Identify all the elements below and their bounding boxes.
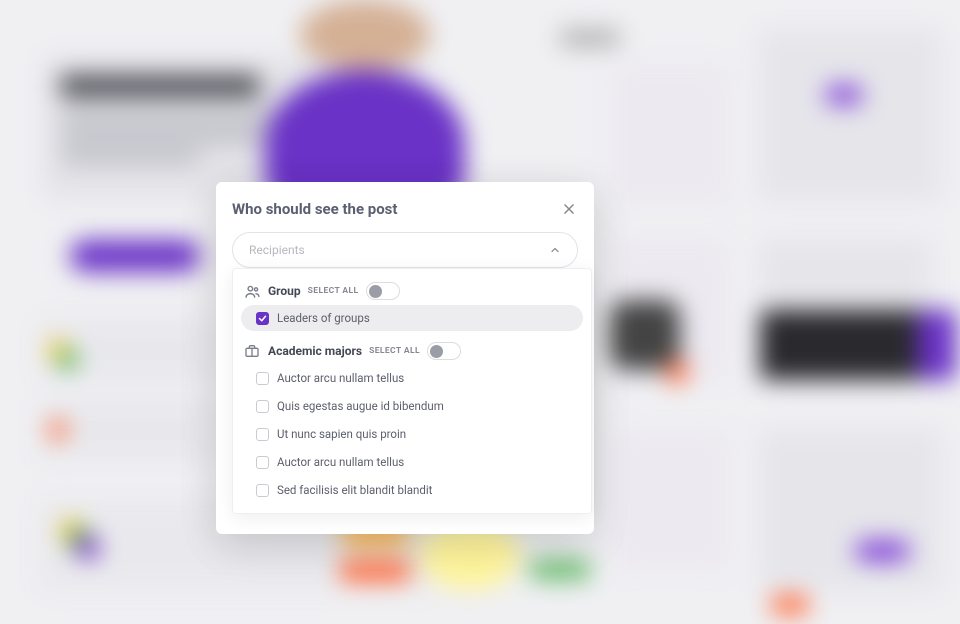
- select-all-label: SELECT ALL: [369, 346, 420, 356]
- group-icon: [243, 284, 261, 298]
- checkbox[interactable]: [256, 428, 269, 441]
- checkbox[interactable]: [256, 400, 269, 413]
- option-row[interactable]: Auctor arcu nullam tellus: [241, 365, 583, 391]
- toggle-knob: [369, 285, 382, 298]
- option-row[interactable]: Quis egestas augue id bibendum: [241, 393, 583, 419]
- section-header-academic-majors: Academic majors SELECT ALL: [241, 339, 583, 363]
- toggle-knob: [430, 345, 443, 358]
- option-row[interactable]: Sed facilisis elit blandit blandit: [241, 477, 583, 503]
- option-label: Auctor arcu nullam tellus: [277, 371, 404, 385]
- close-button[interactable]: [560, 200, 578, 218]
- option-label: Leaders of groups: [277, 311, 370, 325]
- modal-header: Who should see the post: [232, 200, 578, 218]
- option-row[interactable]: Auctor arcu nullam tellus: [241, 449, 583, 475]
- checkbox[interactable]: [256, 484, 269, 497]
- option-label: Sed facilisis elit blandit blandit: [277, 483, 432, 497]
- option-label: Ut nunc sapien quis proin: [277, 427, 406, 441]
- option-leaders-of-groups[interactable]: Leaders of groups: [241, 305, 583, 331]
- checkbox[interactable]: [256, 312, 269, 325]
- checkbox[interactable]: [256, 372, 269, 385]
- section-title: Academic majors: [268, 344, 362, 358]
- option-label: Auctor arcu nullam tellus: [277, 455, 404, 469]
- select-all-label: SELECT ALL: [308, 286, 359, 296]
- section-header-group: Group SELECT ALL: [241, 279, 583, 303]
- dropdown-scroll[interactable]: Group SELECT ALL Leaders of groups Acade…: [241, 277, 589, 503]
- option-label: Quis egestas augue id bibendum: [277, 399, 444, 413]
- briefcase-icon: [243, 344, 261, 358]
- checkbox[interactable]: [256, 456, 269, 469]
- select-placeholder: Recipients: [249, 243, 305, 257]
- checkmark-icon: [258, 314, 267, 323]
- recipients-dropdown: Group SELECT ALL Leaders of groups Acade…: [232, 268, 592, 514]
- chevron-up-icon: [549, 244, 561, 256]
- modal-title: Who should see the post: [232, 200, 397, 218]
- recipients-select[interactable]: Recipients: [232, 232, 578, 268]
- option-row[interactable]: Ut nunc sapien quis proin: [241, 421, 583, 447]
- section-title: Group: [268, 284, 301, 298]
- close-icon: [562, 202, 576, 216]
- post-audience-modal: Who should see the post Recipients Group…: [216, 182, 594, 534]
- select-all-toggle-group[interactable]: [366, 282, 400, 300]
- select-all-toggle-majors[interactable]: [427, 342, 461, 360]
